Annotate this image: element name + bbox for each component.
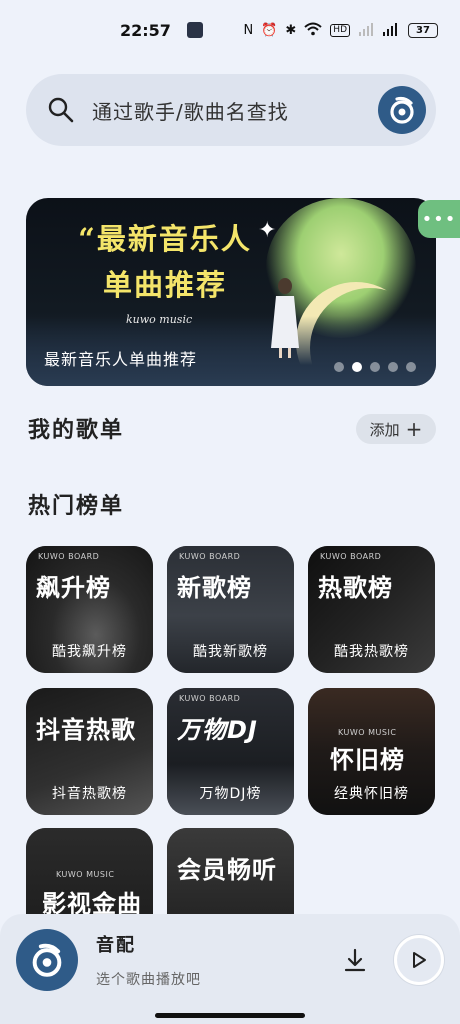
card-title: 飙升榜 bbox=[36, 574, 111, 602]
player-album-art[interactable] bbox=[16, 929, 78, 991]
chart-card-hot-songs[interactable]: KUWO BOARD 热歌榜 酷我热歌榜 bbox=[308, 546, 435, 673]
add-playlist-button[interactable]: 添加 + bbox=[356, 414, 436, 444]
chart-card-new-songs[interactable]: KUWO BOARD 新歌榜 酷我新歌榜 bbox=[167, 546, 294, 673]
4g-signal-icon bbox=[382, 22, 400, 39]
search-input[interactable]: 通过歌手/歌曲名查找 bbox=[92, 96, 378, 125]
play-button[interactable] bbox=[394, 935, 444, 985]
hot-charts-title: 热门榜单 bbox=[28, 494, 125, 519]
banner-headline: “最新音乐人 单曲推荐 bbox=[40, 216, 290, 308]
card-brand: KUWO BOARD bbox=[38, 552, 100, 561]
plus-icon: + bbox=[405, 417, 423, 441]
hd-icon: HD bbox=[330, 23, 350, 37]
carousel-dot[interactable] bbox=[406, 362, 416, 372]
search-bar[interactable]: 通过歌手/歌曲名查找 bbox=[26, 74, 436, 146]
card-brand: KUWO BOARD bbox=[179, 552, 241, 561]
bluetooth-icon: ✱ bbox=[285, 22, 297, 38]
card-caption: 酷我新歌榜 bbox=[193, 644, 268, 660]
carousel-dot[interactable] bbox=[388, 362, 398, 372]
app-notification-icon bbox=[186, 22, 203, 38]
card-caption: 酷我热歌榜 bbox=[334, 644, 409, 660]
kuwo-logo-icon[interactable] bbox=[378, 86, 426, 134]
player-text[interactable]: 音配 选个歌曲播放吧 bbox=[96, 931, 342, 989]
card-caption: 万物DJ榜 bbox=[199, 786, 262, 802]
chart-card-soaring[interactable]: KUWO BOARD 飙升榜 酷我飙升榜 bbox=[26, 546, 153, 673]
card-title: 万物DJ bbox=[177, 716, 258, 744]
card-brand: KUWO BOARD bbox=[320, 552, 382, 561]
card-title: 新歌榜 bbox=[177, 574, 252, 602]
home-indicator bbox=[0, 1006, 460, 1024]
search-icon[interactable] bbox=[46, 95, 76, 125]
home-indicator-bar[interactable] bbox=[155, 1013, 305, 1018]
play-icon bbox=[413, 952, 426, 968]
chart-card-dj[interactable]: KUWO BOARD 万物DJ 万物DJ榜 bbox=[167, 688, 294, 815]
player-track-name: 音配 bbox=[96, 935, 136, 956]
card-caption: 经典怀旧榜 bbox=[334, 786, 409, 802]
carousel-dot[interactable] bbox=[334, 362, 344, 372]
banner-caption: 最新音乐人单曲推荐 bbox=[44, 350, 198, 369]
card-brand: KUWO BOARD bbox=[179, 694, 241, 703]
banner-carousel[interactable]: ✦ “最新音乐人 单曲推荐 kuwo music 最新音乐人单曲推荐 bbox=[26, 198, 436, 386]
banner-headline-line2: 单曲推荐 bbox=[102, 268, 227, 302]
carousel-dot[interactable] bbox=[370, 362, 380, 372]
status-bar: 22:57 N ⏰ ✱ HD 37 bbox=[0, 0, 460, 60]
alarm-icon: ⏰ bbox=[261, 22, 278, 38]
status-icons: N ⏰ ✱ HD 37 bbox=[243, 22, 438, 39]
download-icon[interactable] bbox=[342, 947, 368, 973]
card-brand: KUWO MUSIC bbox=[56, 870, 115, 879]
wifi-icon bbox=[304, 22, 322, 39]
banner-brand: kuwo music bbox=[126, 313, 193, 326]
floating-chat-button[interactable]: ••• bbox=[418, 200, 460, 238]
carousel-dot-active[interactable] bbox=[352, 362, 362, 372]
chart-card-douyin[interactable]: 抖音热歌 抖音热歌榜 bbox=[26, 688, 153, 815]
chart-card-classic[interactable]: KUWO MUSIC 怀旧榜 经典怀旧榜 bbox=[308, 688, 435, 815]
card-caption: 抖音热歌榜 bbox=[52, 786, 127, 802]
banner-headline-line1: “最新音乐人 bbox=[78, 222, 252, 256]
card-title: 怀旧榜 bbox=[330, 746, 405, 774]
card-brand: KUWO MUSIC bbox=[338, 728, 397, 737]
card-title: 抖音热歌 bbox=[36, 716, 136, 744]
card-title: 热歌榜 bbox=[318, 574, 393, 602]
add-playlist-label: 添加 bbox=[369, 420, 400, 439]
card-caption: 酷我飙升榜 bbox=[52, 644, 127, 660]
status-time: 22:57 bbox=[120, 20, 171, 40]
my-playlists-title: 我的歌单 bbox=[28, 418, 125, 443]
player-hint: 选个歌曲播放吧 bbox=[96, 972, 201, 988]
mini-player[interactable]: 音配 选个歌曲播放吧 bbox=[0, 914, 460, 1006]
nfc-icon: N bbox=[243, 22, 254, 38]
battery-icon: 37 bbox=[408, 22, 438, 38]
signal-icon bbox=[358, 22, 374, 39]
card-title: 会员畅听 bbox=[177, 856, 277, 884]
carousel-dots[interactable] bbox=[334, 362, 416, 372]
